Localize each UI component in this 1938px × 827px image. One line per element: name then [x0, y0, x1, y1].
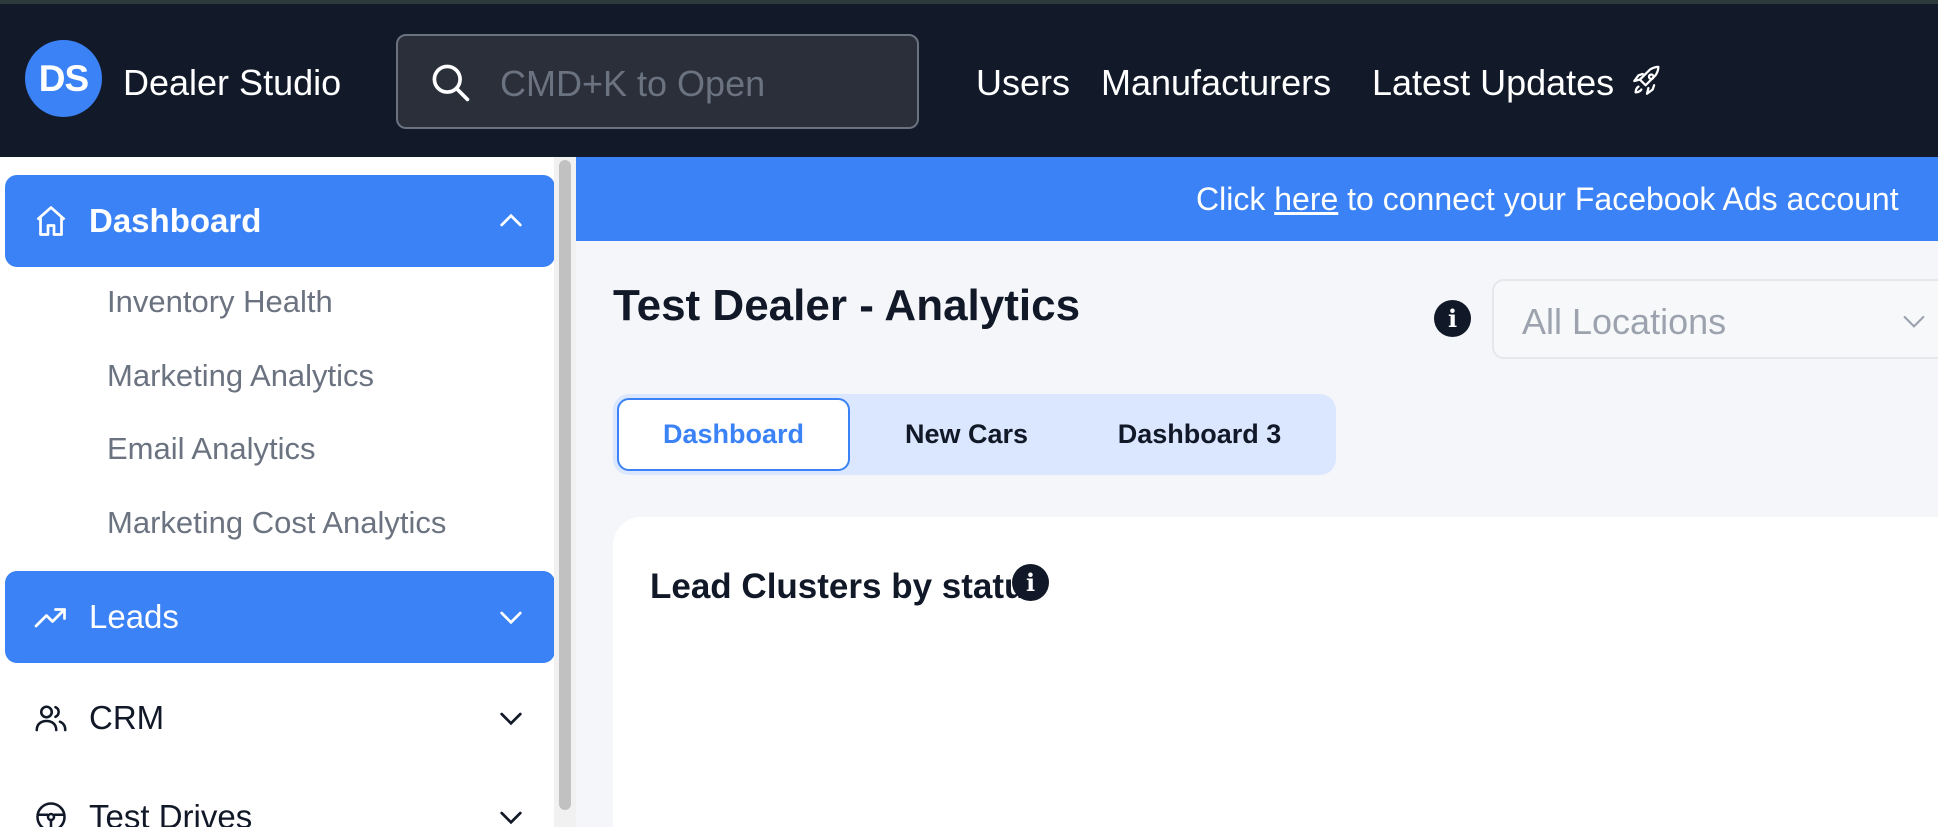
sidebar: Dashboard Inventory Health Marketing Ana… [0, 157, 576, 827]
chevron-down-icon[interactable] [495, 801, 527, 827]
page-title: Test Dealer - Analytics [613, 281, 1081, 330]
nav-latest-updates[interactable]: Latest Updates [1372, 62, 1614, 104]
users-icon [35, 705, 67, 732]
lead-clusters-card: Lead Clusters by status i [613, 517, 1938, 827]
tab-new-cars[interactable]: New Cars [850, 398, 1083, 471]
app-logo[interactable]: DS [25, 40, 102, 117]
sidebar-group-label: CRM [89, 699, 165, 736]
sidebar-group-leads[interactable]: Leads [5, 571, 555, 663]
tab-dashboard-3[interactable]: Dashboard 3 [1083, 398, 1316, 471]
home-icon [36, 206, 66, 236]
top-header: DS Dealer Studio CMD+K to Open Users Man… [0, 4, 1938, 157]
sidebar-group-label: Test Drives [89, 798, 253, 827]
sidebar-group-crm[interactable]: CRM [5, 672, 555, 764]
steering-wheel-icon [36, 802, 66, 827]
sidebar-scrollbar[interactable] [554, 157, 576, 827]
facebook-connect-banner: Click here to connect your Facebook Ads … [576, 157, 1938, 241]
scrollbar-thumb[interactable] [559, 160, 571, 810]
search-placeholder: CMD+K to Open [500, 63, 766, 104]
banner-here-link[interactable]: here [1274, 181, 1338, 217]
location-select[interactable]: All Locations [1492, 279, 1938, 359]
card-title: Lead Clusters by status [650, 567, 1045, 606]
banner-prefix: Click [1196, 181, 1266, 217]
location-select-value: All Locations [1522, 301, 1727, 342]
sidebar-item-inventory-health[interactable]: Inventory Health [107, 284, 333, 320]
banner-text: Click here to connect your Facebook Ads … [1196, 181, 1899, 218]
sidebar-group-test-drives[interactable]: Test Drives [5, 771, 555, 827]
app-root: DS Dealer Studio CMD+K to Open Users Man… [0, 0, 1938, 827]
dashboard-tabs: Dashboard New Cars Dashboard 3 [613, 394, 1336, 475]
info-icon[interactable]: i [1012, 564, 1049, 601]
search-box[interactable]: CMD+K to Open [396, 34, 919, 129]
sidebar-item-email-analytics[interactable]: Email Analytics [107, 431, 315, 467]
chevron-down-icon[interactable] [495, 702, 527, 734]
rocket-icon [1633, 65, 1660, 95]
chevron-down-icon[interactable] [495, 601, 527, 633]
nav-manufacturers[interactable]: Manufacturers [1101, 62, 1331, 104]
search-icon [432, 64, 470, 102]
tab-dashboard[interactable]: Dashboard [617, 398, 850, 471]
main-content: Click here to connect your Facebook Ads … [576, 157, 1938, 827]
sidebar-group-label: Leads [89, 598, 179, 635]
nav-users[interactable]: Users [976, 62, 1070, 104]
sidebar-item-marketing-cost-analytics[interactable]: Marketing Cost Analytics [107, 505, 446, 541]
banner-suffix: to connect your Facebook Ads account [1347, 181, 1899, 217]
sidebar-item-marketing-analytics[interactable]: Marketing Analytics [107, 358, 374, 394]
sidebar-group-dashboard[interactable]: Dashboard [5, 175, 555, 267]
sidebar-group-label: Dashboard [89, 202, 262, 239]
chevron-down-icon [1903, 315, 1925, 328]
trending-up-icon [34, 608, 66, 628]
info-icon[interactable]: i [1434, 300, 1471, 337]
app-name[interactable]: Dealer Studio [123, 62, 341, 104]
chevron-up-icon[interactable] [495, 205, 527, 237]
